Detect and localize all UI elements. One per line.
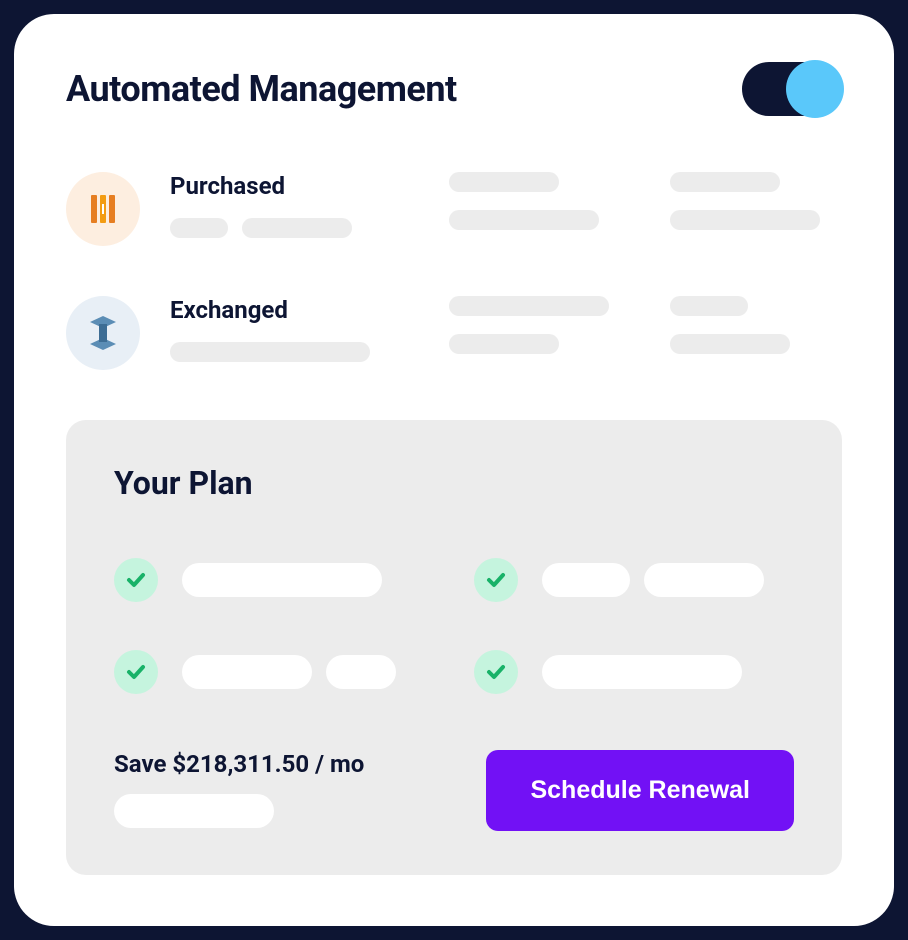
- skeleton-placeholder: [449, 172, 559, 192]
- purchased-row: Purchased: [66, 172, 842, 246]
- skeleton-placeholder: [170, 218, 228, 238]
- management-card: Automated Management Purchased: [14, 14, 894, 926]
- skeleton-placeholder: [542, 563, 630, 597]
- plan-footer: Save $218,311.50 / mo Schedule Renewal: [114, 750, 794, 831]
- plan-feature: [114, 558, 434, 602]
- check-icon: [474, 650, 518, 694]
- plan-feature: [114, 650, 434, 694]
- skeleton-placeholder: [542, 655, 742, 689]
- skeleton-placeholder: [670, 296, 748, 316]
- skeleton-placeholder: [670, 210, 820, 230]
- savings-block: Save $218,311.50 / mo: [114, 750, 364, 828]
- exchanged-row: Exchanged: [66, 296, 842, 370]
- automation-toggle[interactable]: [742, 62, 842, 116]
- plan-feature: [474, 650, 794, 694]
- plan-feature: [474, 558, 794, 602]
- skeleton-placeholder: [670, 334, 790, 354]
- plan-title: Your Plan: [114, 464, 794, 502]
- purchased-content: Purchased: [170, 172, 842, 238]
- skeleton-placeholder: [114, 794, 274, 828]
- check-icon: [474, 558, 518, 602]
- skeleton-placeholder: [449, 296, 609, 316]
- skeleton-placeholder: [242, 218, 352, 238]
- check-icon: [114, 650, 158, 694]
- skeleton-placeholder: [670, 172, 780, 192]
- exchanged-label: Exchanged: [170, 296, 399, 324]
- aws-service-icon: [66, 296, 140, 370]
- skeleton-placeholder: [182, 563, 382, 597]
- card-header: Automated Management: [66, 62, 842, 116]
- plan-section: Your Plan: [66, 420, 842, 875]
- savings-amount: Save $218,311.50 / mo: [114, 750, 364, 778]
- skeleton-placeholder: [449, 210, 599, 230]
- exchanged-content: Exchanged: [170, 296, 842, 362]
- aws-ec2-icon: [66, 172, 140, 246]
- skeleton-placeholder: [326, 655, 396, 689]
- skeleton-placeholder: [170, 342, 370, 362]
- skeleton-placeholder: [644, 563, 764, 597]
- plan-features: [114, 558, 794, 694]
- skeleton-placeholder: [182, 655, 312, 689]
- check-icon: [114, 558, 158, 602]
- skeleton-placeholder: [449, 334, 559, 354]
- toggle-knob: [786, 60, 844, 118]
- purchased-label: Purchased: [170, 172, 399, 200]
- page-title: Automated Management: [66, 68, 457, 110]
- schedule-renewal-button[interactable]: Schedule Renewal: [486, 750, 794, 831]
